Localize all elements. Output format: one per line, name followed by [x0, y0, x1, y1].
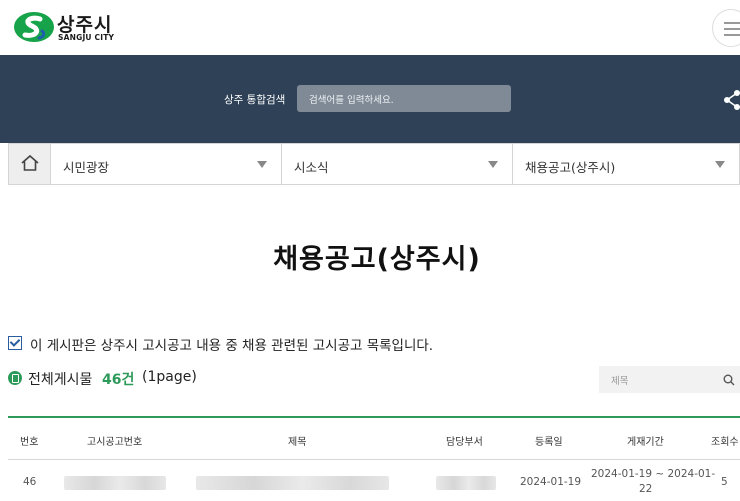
column-header: 등록일	[535, 437, 563, 448]
integrated-search-band: 상주 통합검색 검색어를 입력하세요.	[0, 55, 740, 143]
logo-english-text: SANGJU CITY	[58, 33, 115, 42]
row-views: 5	[721, 476, 728, 488]
post-count-label: 전체게시물	[28, 372, 93, 388]
redacted-notice-number	[64, 476, 166, 490]
sangju-logo-icon	[14, 12, 54, 42]
column-header: 번호	[20, 437, 39, 448]
column-header: 담당부서	[446, 437, 483, 448]
table-row[interactable]: 46 2024-01-19 2024-01-19 ~ 2024-01- 22 5	[8, 461, 740, 501]
row-period-end: 22	[639, 483, 653, 495]
hamburger-menu-icon[interactable]	[712, 9, 740, 47]
share-icon[interactable]	[722, 88, 740, 112]
post-count: 전체게시물 46건 (1page)	[8, 368, 308, 390]
breadcrumb-label: 시민광장	[63, 160, 110, 175]
page-info: (1page)	[142, 369, 197, 385]
chevron-down-icon	[488, 161, 498, 168]
checkbox-icon	[8, 336, 22, 350]
column-header: 게재기간	[627, 437, 664, 448]
board-search-placeholder: 제목	[611, 376, 629, 387]
search-icon[interactable]	[723, 374, 735, 386]
column-header: 제목	[288, 437, 307, 448]
chevron-down-icon	[257, 161, 267, 168]
site-logo[interactable]: 상주시 SANGJU CITY	[12, 10, 122, 46]
integrated-search-label: 상주 통합검색	[224, 94, 286, 106]
board-notice-text: 이 게시판은 상주시 고시공고 내용 중 채용 관련된 고시공고 목록입니다.	[30, 338, 434, 354]
breadcrumb: 시민광장 시소식 채용공고(상주시)	[8, 143, 740, 185]
top-bar: 상주시 SANGJU CITY	[0, 0, 740, 55]
row-period: 2024-01-19 ~ 2024-01-	[591, 468, 716, 480]
column-header: 조회수	[711, 437, 739, 448]
column-header: 고시공고번호	[87, 437, 143, 448]
row-date: 2024-01-19	[520, 476, 582, 488]
breadcrumb-item-citizen-square[interactable]: 시민광장	[51, 144, 282, 184]
breadcrumb-label: 시소식	[294, 160, 329, 175]
page-title: 채용공고(상주시)	[273, 244, 481, 275]
search-placeholder: 검색어를 입력하세요.	[309, 95, 394, 106]
breadcrumb-item-recruitment[interactable]: 채용공고(상주시)	[513, 144, 739, 184]
row-number: 46	[23, 476, 37, 488]
redacted-title[interactable]	[196, 476, 389, 490]
integrated-search-input[interactable]: 검색어를 입력하세요.	[297, 85, 511, 112]
board-search-input[interactable]: 제목	[599, 366, 740, 393]
document-icon	[8, 371, 22, 385]
home-icon	[21, 154, 39, 171]
chevron-down-icon	[715, 161, 725, 168]
post-count-value: 46건	[102, 372, 135, 388]
breadcrumb-label: 채용공고(상주시)	[525, 160, 616, 175]
redacted-department	[436, 476, 496, 490]
table-header: 번호 고시공고번호 제목 담당부서 등록일 게재기간 조회수	[8, 416, 740, 460]
breadcrumb-home[interactable]	[9, 144, 51, 184]
breadcrumb-item-city-news[interactable]: 시소식	[282, 144, 513, 184]
